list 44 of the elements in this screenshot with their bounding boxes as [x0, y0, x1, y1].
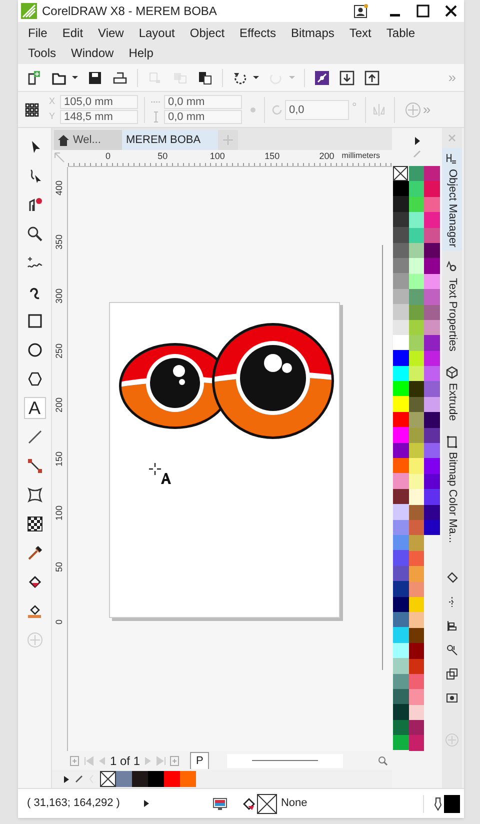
- menu-item[interactable]: Effects: [240, 24, 276, 42]
- menu-item[interactable]: Help: [128, 44, 154, 62]
- menu-item[interactable]: Text: [349, 24, 372, 42]
- field-label: Y: [49, 110, 56, 124]
- ruler-label: 100: [210, 150, 225, 163]
- ruler-label: 0: [53, 619, 65, 624]
- ruler-label: 150: [264, 150, 280, 163]
- fill-status: None: [280, 796, 308, 812]
- page-counter: 1 of 1: [110, 752, 140, 770]
- ruler-label: 200: [53, 397, 65, 412]
- ruler-unit: millimeters: [342, 150, 380, 162]
- menu-item[interactable]: View: [98, 24, 124, 42]
- ruler-label: 200: [319, 150, 334, 163]
- ruler-label: 100: [53, 506, 65, 521]
- degree-sign: °: [352, 99, 357, 116]
- page-tab[interactable]: P: [190, 752, 210, 770]
- ruler-label: 0: [106, 150, 110, 163]
- input-field[interactable]: 105,0 mm: [60, 95, 138, 109]
- input-field[interactable]: 148,5 mm: [60, 110, 138, 124]
- document-tab[interactable]: MEREM BOBA: [122, 130, 218, 150]
- ruler-label: 150: [53, 451, 65, 467]
- window-title: CorelDRAW X8 - MEREM BOBA: [42, 3, 218, 20]
- cursor-coordinates: ( 31,163; 164,292 ): [27, 796, 120, 812]
- menu-item[interactable]: Bitmaps: [291, 24, 334, 42]
- input-field[interactable]: 0,0 mm: [164, 110, 242, 124]
- field-label: X: [49, 95, 56, 108]
- input-field[interactable]: 0,0: [285, 100, 349, 120]
- ruler-label: 50: [158, 150, 168, 163]
- menu-item[interactable]: Object: [190, 24, 225, 42]
- input-field[interactable]: 0,0 mm: [164, 95, 242, 109]
- menu-item[interactable]: Edit: [62, 24, 84, 42]
- ruler-label: 350: [53, 234, 65, 250]
- ruler-label: 50: [53, 562, 65, 572]
- menu-item[interactable]: Window: [71, 44, 114, 62]
- menu-item[interactable]: Table: [386, 24, 416, 42]
- ruler-label: 250: [53, 343, 65, 358]
- docker-tab[interactable]: Object Manager: [442, 148, 462, 252]
- ruler-label: 300: [53, 288, 65, 304]
- text-tool-button[interactable]: A: [24, 397, 46, 419]
- menu-item[interactable]: Layout: [138, 24, 175, 42]
- menu-item[interactable]: File: [28, 24, 48, 42]
- ruler-label: 400: [53, 180, 65, 196]
- menu-item[interactable]: Tools: [28, 44, 56, 62]
- document-tab[interactable]: Wel...: [54, 130, 122, 150]
